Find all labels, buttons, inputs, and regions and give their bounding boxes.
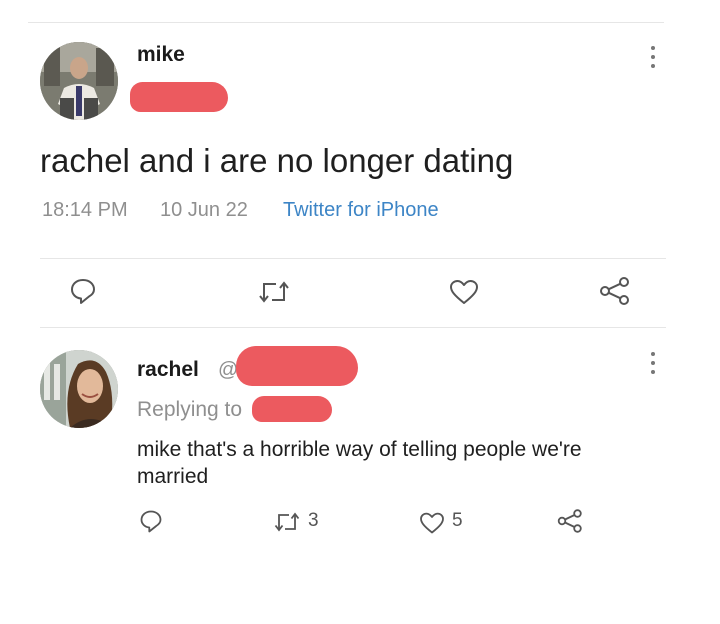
avatar-rachel[interactable]: [40, 350, 118, 428]
tweet-text: rachel and i are no longer dating: [40, 142, 514, 179]
replying-to-label: Replying to: [137, 398, 243, 421]
author-name-rachel[interactable]: rachel: [137, 358, 199, 382]
retweet-icon[interactable]: [256, 278, 292, 306]
like-icon[interactable]: [448, 278, 480, 306]
tweet-time: 18:14 PM: [42, 199, 128, 221]
redacted-handle-mike: [130, 82, 228, 112]
retweet-count: 3: [308, 510, 319, 531]
top-divider: [28, 22, 664, 23]
author-name-mike[interactable]: mike: [137, 43, 185, 67]
avatar-mike[interactable]: [40, 42, 118, 120]
more-icon[interactable]: [646, 44, 660, 70]
like-count: 5: [452, 510, 463, 531]
reply-icon[interactable]: [138, 508, 164, 534]
divider-2: [40, 327, 666, 328]
share-icon[interactable]: [598, 276, 632, 306]
tweet-date: 10 Jun 22: [160, 199, 248, 221]
like-icon[interactable]: [418, 511, 446, 535]
reply-text-line-2: married: [137, 465, 209, 488]
redacted-handle-rachel: [236, 346, 358, 386]
reply-icon[interactable]: [68, 276, 98, 306]
tweet-source[interactable]: Twitter for iPhone: [283, 199, 439, 222]
share-icon[interactable]: [556, 508, 584, 534]
redacted-reply-target: [252, 396, 332, 422]
divider-1: [40, 258, 666, 259]
reply-text-line-1: mike that's a horrible way of telling pe…: [137, 438, 582, 461]
more-icon[interactable]: [646, 350, 660, 376]
retweet-icon[interactable]: [272, 510, 302, 534]
